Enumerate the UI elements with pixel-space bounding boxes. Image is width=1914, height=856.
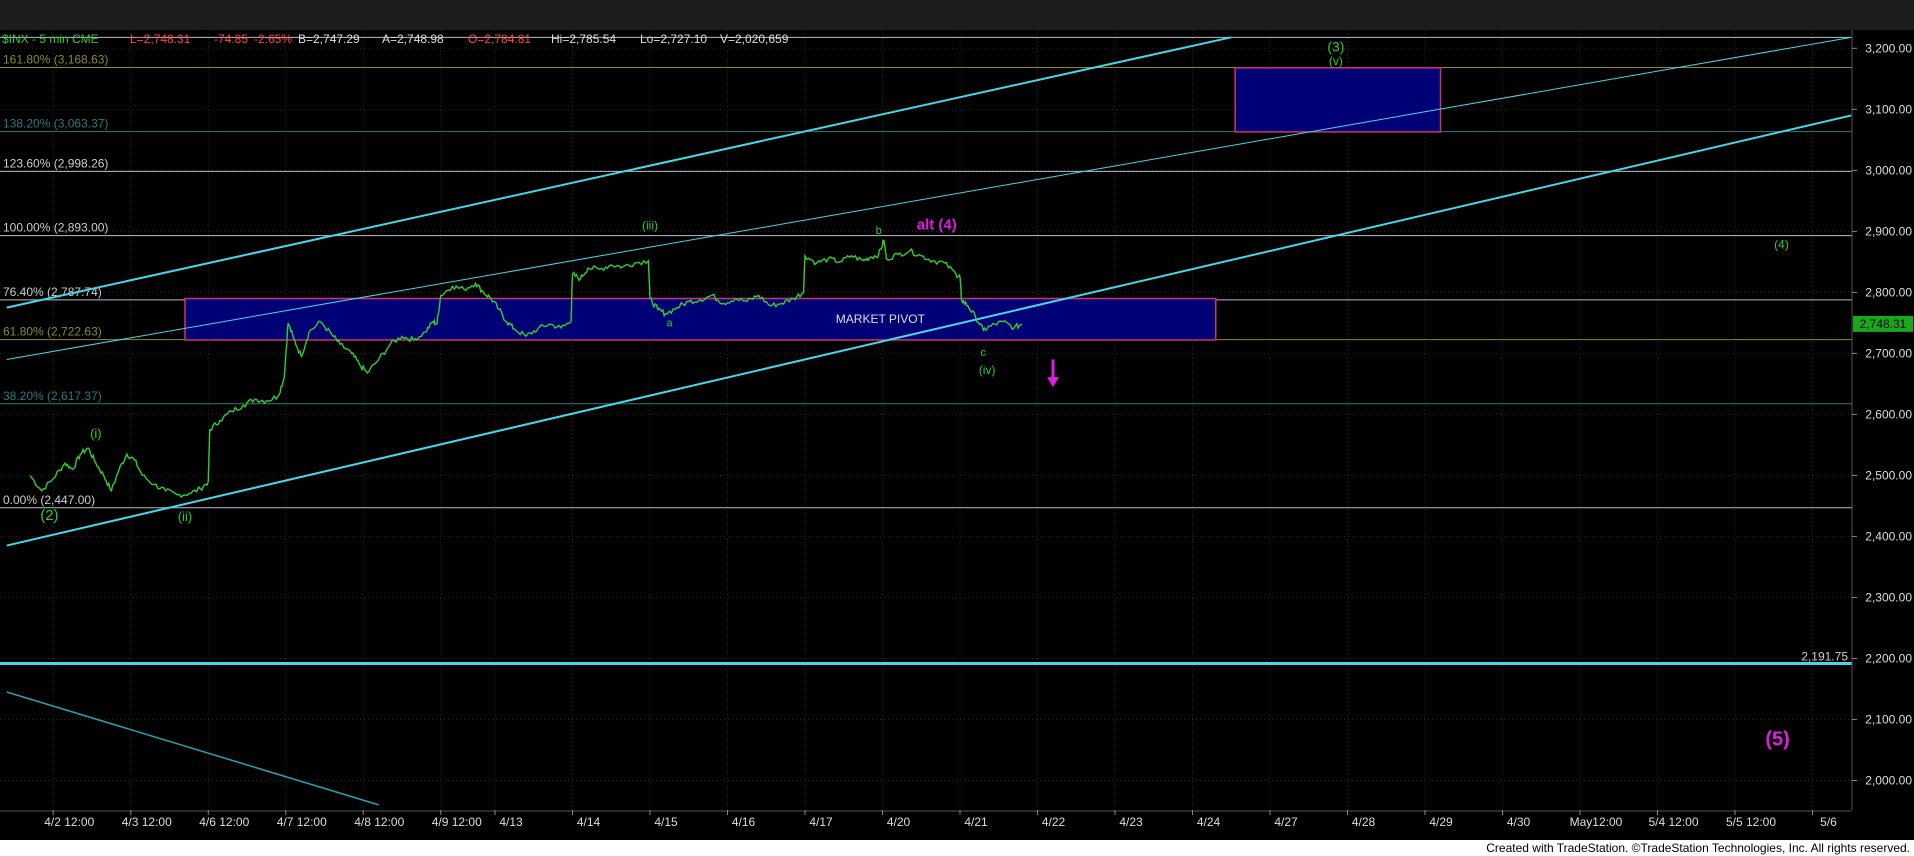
wave-label: (i): [90, 426, 102, 441]
wave-label: (ii): [178, 509, 192, 524]
zone-label: MARKET PIVOT: [836, 312, 926, 326]
y-tick-label: 2,400.00: [1865, 529, 1912, 543]
header-open: O=2,784.81: [468, 32, 531, 46]
y-tick-label: 2,800.00: [1865, 285, 1912, 299]
wave-label: (3): [1327, 38, 1344, 54]
x-tick-label: 5/5 12:00: [1726, 815, 1776, 829]
chart-background: [0, 0, 1914, 856]
x-tick-label: 4/14: [577, 815, 601, 829]
x-tick-label: 4/23: [1119, 815, 1143, 829]
y-tick-label: 3,200.00: [1865, 41, 1912, 55]
x-tick-label: 4/8 12:00: [354, 815, 404, 829]
fib-label: 100.00% (2,893.00): [3, 221, 108, 235]
y-tick-label: 2,000.00: [1865, 773, 1912, 787]
x-tick-label: 4/28: [1352, 815, 1376, 829]
x-tick-label: 4/13: [499, 815, 523, 829]
header-last: L=2,748.31: [130, 32, 191, 46]
wave-label: (5): [1765, 729, 1789, 751]
y-tick-label: 2,300.00: [1865, 590, 1912, 604]
x-tick-label: 4/24: [1197, 815, 1221, 829]
wave-label: alt (4): [917, 217, 957, 234]
support-line-label: 2,191.75: [1801, 649, 1848, 663]
x-tick-label: 4/3 12:00: [122, 815, 172, 829]
y-tick-label: 2,500.00: [1865, 468, 1912, 482]
fib-label: 0.00% (2,447.00): [3, 493, 95, 507]
x-tick-label: 4/2 12:00: [44, 815, 94, 829]
header-bid: B=2,747.29: [298, 32, 360, 46]
fib-label: 161.80% (3,168.63): [3, 52, 108, 66]
x-tick-label: 5/4 12:00: [1648, 815, 1698, 829]
wave-label: (4): [1774, 237, 1789, 251]
x-tick-label: 4/21: [964, 815, 988, 829]
header-low: Lo=2,727.10: [640, 32, 707, 46]
wave-label: (iii): [642, 219, 658, 233]
target-zone: [184, 297, 1217, 341]
x-tick-label: May12:00: [1570, 815, 1623, 829]
fib-label: 138.20% (3,063.37): [3, 117, 108, 131]
x-tick-label: 4/29: [1429, 815, 1453, 829]
wave-label: (iv): [979, 363, 996, 377]
header-change-pct: -2.65%: [254, 32, 292, 46]
x-tick-label: 4/22: [1042, 815, 1066, 829]
header-ask: A=2,748.98: [382, 32, 444, 46]
x-tick-label: 4/15: [654, 815, 678, 829]
chart: 161.80% (3,168.63) 138.20% (3,063.37) 123.…: [0, 0, 1914, 856]
target-zone: [1234, 67, 1442, 133]
x-tick-label: 4/20: [887, 815, 911, 829]
header-symbol: $INX - 5 min CME: [2, 32, 99, 46]
wave-label: (v): [1329, 54, 1343, 68]
wave-label: c: [981, 347, 987, 359]
wave-label: b: [876, 225, 882, 237]
x-tick-label: 4/16: [732, 815, 756, 829]
y-tick-label: 2,100.00: [1865, 712, 1912, 726]
last-price-label: 2,748.31: [1860, 317, 1907, 331]
header-high: Hi=2,785.54: [551, 32, 616, 46]
y-tick-label: 2,700.00: [1865, 346, 1912, 360]
x-tick-label: 4/27: [1274, 815, 1298, 829]
y-tick-label: 3,100.00: [1865, 102, 1912, 116]
y-tick-label: 2,600.00: [1865, 407, 1912, 421]
x-tick-label: 4/9 12:00: [432, 815, 482, 829]
x-tick-label: 4/30: [1507, 815, 1531, 829]
fib-label: 123.60% (2,998.26): [3, 156, 108, 170]
y-tick-label: 3,000.00: [1865, 163, 1912, 177]
fib-label: 61.80% (2,722.63): [3, 325, 102, 339]
title-strip: [0, 0, 1914, 30]
header-change: -74.85: [214, 32, 248, 46]
x-tick-label: 4/6 12:00: [199, 815, 249, 829]
wave-label: (2): [40, 507, 58, 524]
fib-label: 38.20% (2,617.37): [3, 389, 102, 403]
footer-credit: Created with TradeStation. ©TradeStation…: [1486, 841, 1910, 855]
x-tick-label: 5/6: [1820, 815, 1837, 829]
x-tick-label: 4/7 12:00: [277, 815, 327, 829]
x-tick-label: 4/17: [809, 815, 833, 829]
y-tick-label: 2,900.00: [1865, 224, 1912, 238]
wave-label: a: [666, 318, 673, 330]
header-volume: V=2,020,659: [720, 32, 789, 46]
y-tick-label: 2,200.00: [1865, 651, 1912, 665]
